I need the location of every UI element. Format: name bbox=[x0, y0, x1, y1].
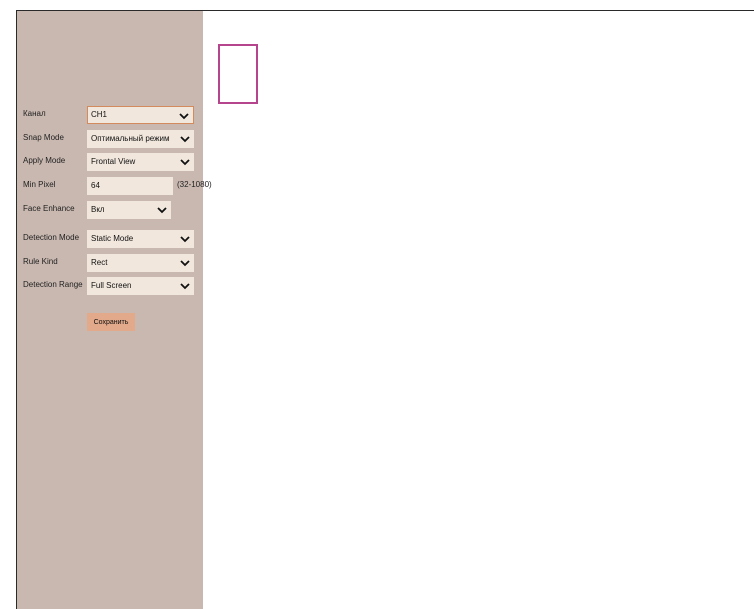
detection-range-label: Detection Range bbox=[23, 280, 83, 289]
rule-kind-label: Rule Kind bbox=[23, 257, 58, 266]
chevron-down-icon bbox=[180, 236, 190, 243]
detection-range-value: Full Screen bbox=[91, 281, 132, 290]
chevron-down-icon bbox=[157, 207, 167, 214]
detection-mode-select[interactable]: Static Mode bbox=[87, 230, 194, 248]
rule-kind-value: Rect bbox=[91, 258, 108, 267]
min-pixel-range-hint: (32-1080) bbox=[177, 180, 212, 189]
min-pixel-label: Min Pixel bbox=[23, 180, 56, 189]
rule-kind-select[interactable]: Rect bbox=[87, 254, 194, 272]
detection-mode-label: Detection Mode bbox=[23, 233, 80, 242]
channel-row: Канал CH1 bbox=[17, 106, 203, 124]
snap-mode-label: Snap Mode bbox=[23, 133, 64, 142]
min-pixel-value: 64 bbox=[91, 181, 100, 190]
channel-label: Канал bbox=[23, 109, 46, 118]
chevron-down-icon bbox=[180, 136, 190, 143]
apply-mode-label: Apply Mode bbox=[23, 156, 66, 165]
detection-range-select[interactable]: Full Screen bbox=[87, 277, 194, 295]
face-enhance-row: Face Enhance Вкл bbox=[17, 201, 203, 219]
min-pixel-row: Min Pixel 64 (32-1080) bbox=[17, 177, 212, 195]
channel-select[interactable]: CH1 bbox=[87, 106, 194, 124]
detection-area-rect[interactable] bbox=[218, 44, 258, 104]
apply-mode-value: Frontal View bbox=[91, 157, 136, 166]
detection-mode-row: Detection Mode Static Mode bbox=[17, 230, 203, 248]
settings-sidebar: Канал CH1 Snap Mode Оптимальный режим Ap… bbox=[17, 11, 212, 609]
chevron-down-icon bbox=[180, 159, 190, 166]
apply-mode-row: Apply Mode Frontal View bbox=[17, 153, 203, 171]
detection-mode-value: Static Mode bbox=[91, 234, 134, 243]
face-enhance-value: Вкл bbox=[91, 205, 105, 214]
chevron-down-icon bbox=[180, 283, 190, 290]
min-pixel-input[interactable]: 64 bbox=[87, 177, 173, 195]
snap-mode-row: Snap Mode Оптимальный режим bbox=[17, 130, 203, 148]
snap-mode-value: Оптимальный режим bbox=[91, 134, 170, 143]
detection-range-row: Detection Range Full Screen bbox=[17, 277, 203, 295]
chevron-down-icon bbox=[180, 260, 190, 267]
face-enhance-label: Face Enhance bbox=[23, 204, 75, 213]
face-enhance-select[interactable]: Вкл bbox=[87, 201, 171, 219]
snap-mode-select[interactable]: Оптимальный режим bbox=[87, 130, 194, 148]
chevron-down-icon bbox=[179, 113, 189, 120]
apply-mode-select[interactable]: Frontal View bbox=[87, 153, 194, 171]
channel-value: CH1 bbox=[91, 110, 108, 119]
save-button[interactable]: Сохранить bbox=[87, 313, 135, 331]
rule-kind-row: Rule Kind Rect bbox=[17, 254, 203, 272]
